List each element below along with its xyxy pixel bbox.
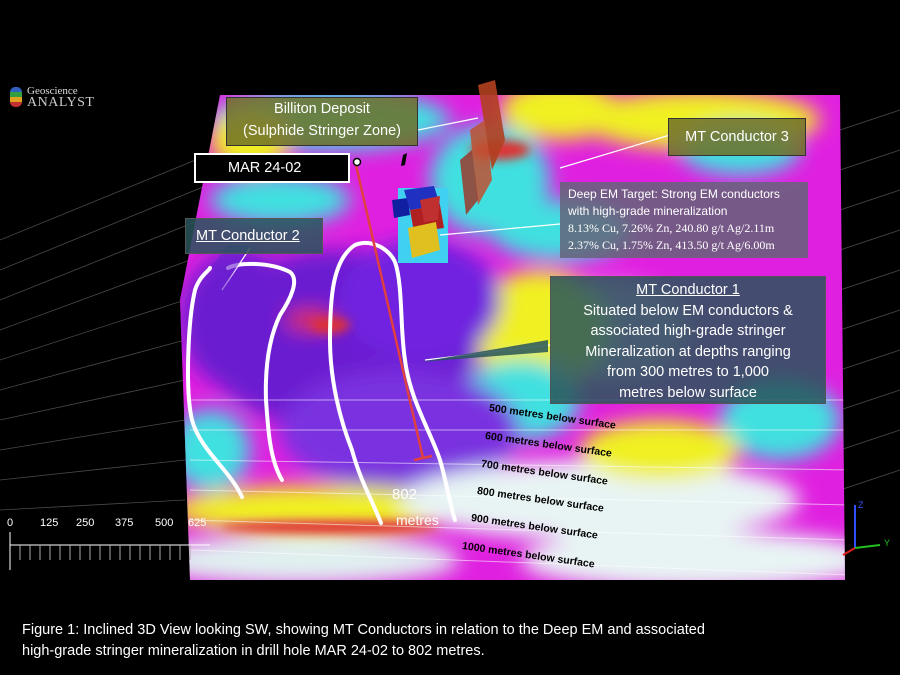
mt1-line4: from 300 metres to 1,000 bbox=[607, 364, 769, 380]
depth-unit-label: metres bbox=[396, 512, 439, 528]
scale-250: 250 bbox=[76, 517, 95, 529]
mt1-line5: metres below surface bbox=[619, 384, 757, 401]
caption-line1: Figure 1: Inclined 3D View looking SW, s… bbox=[22, 622, 705, 638]
billiton-line1: Billiton Deposit bbox=[274, 101, 370, 117]
mt1-line2: associated high-grade stringer bbox=[590, 323, 786, 339]
mt2-text: MT Conductor 2 bbox=[196, 228, 300, 244]
caption-line2: high-grade stringer mineralization in dr… bbox=[22, 643, 485, 659]
depth-802-label: 802 bbox=[392, 486, 418, 503]
deep-em-line1: Deep EM Target: Strong EM conductors bbox=[568, 187, 780, 201]
deep-em-line3: 8.13% Cu, 7.26% Zn, 240.80 g/t Ag/2.11m bbox=[568, 221, 775, 235]
deep-em-line2: with high-grade mineralization bbox=[568, 204, 728, 218]
axis-y-label: Y bbox=[884, 538, 891, 548]
scale-bar bbox=[9, 532, 210, 570]
scale-625: 625 bbox=[188, 517, 207, 529]
mt1-line1: Situated below EM conductors & bbox=[583, 302, 793, 319]
mt-conductor-1-label: MT Conductor 1 Situated below EM conduct… bbox=[550, 276, 826, 404]
axis-triad bbox=[842, 505, 881, 556]
scale-375: 375 bbox=[115, 517, 134, 529]
drillhole-label: MAR 24-02 bbox=[194, 153, 350, 183]
axis-z-label: Z bbox=[858, 500, 864, 510]
logo-icon bbox=[10, 87, 22, 109]
billiton-line2: (Sulphide Stringer Zone) bbox=[243, 123, 401, 139]
deep-em-line4: 2.37% Cu, 1.75% Zn, 413.50 g/t Ag/6.00m bbox=[568, 238, 775, 252]
mt-conductor-3-label: MT Conductor 3 bbox=[668, 118, 806, 156]
scale-0: 0 bbox=[7, 517, 14, 529]
scale-500: 500 bbox=[155, 517, 174, 529]
logo-line2: ANALYST bbox=[27, 95, 95, 110]
geoscience-analyst-logo: Geoscience ANALYST bbox=[10, 85, 120, 113]
mt1-title: MT Conductor 1 bbox=[636, 282, 740, 298]
mt3-text: MT Conductor 3 bbox=[685, 129, 789, 145]
mt-conductor-2-label: MT Conductor 2 bbox=[185, 218, 323, 254]
billiton-deposit-label: Billiton Deposit (Sulphide Stringer Zone… bbox=[226, 97, 418, 146]
figure-caption: Figure 1: Inclined 3D View looking SW, s… bbox=[22, 620, 882, 662]
deep-em-target bbox=[392, 186, 448, 263]
scale-125: 125 bbox=[40, 517, 59, 529]
deep-em-target-label: Deep EM Target: Strong EM conductors wit… bbox=[560, 182, 808, 258]
mt1-line3: Mineralization at depths ranging bbox=[585, 343, 791, 360]
drillhole-text: MAR 24-02 bbox=[228, 160, 302, 176]
